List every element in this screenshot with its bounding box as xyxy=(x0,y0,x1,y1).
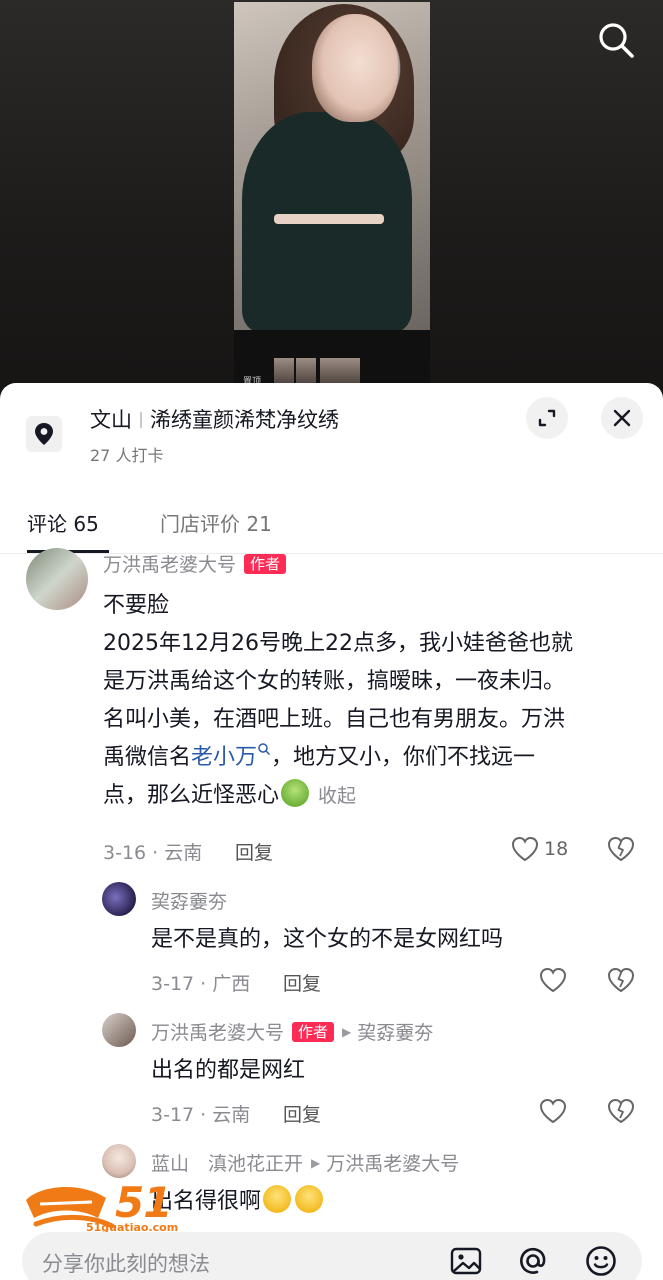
reply-arrow-icon: ▶ xyxy=(342,1025,352,1039)
comment-text: ，地方又小，你们不找远一 xyxy=(271,745,536,770)
video-thumbnail[interactable] xyxy=(274,358,294,384)
at-icon xyxy=(520,1247,546,1274)
reply-text: 是不是真的，这个女的不是女网红吗 xyxy=(151,927,504,952)
reply-button[interactable]: 回复 xyxy=(283,1100,321,1127)
reply-to-username[interactable]: 万洪禹老婆大号 xyxy=(326,1153,459,1175)
dislike-button[interactable] xyxy=(606,965,636,999)
place-name: 浠绣童颜浠梵净纹绣 xyxy=(150,408,339,432)
video-preview[interactable] xyxy=(234,2,430,330)
title-separator xyxy=(140,412,142,428)
author-badge: 作者 xyxy=(244,554,287,574)
video-person-waist xyxy=(274,214,384,224)
image-button[interactable] xyxy=(449,1244,483,1280)
checkin-count: 27 人打卡 xyxy=(90,446,164,465)
reply-date: 3-17 · 云南 xyxy=(151,1104,251,1126)
expand-icon xyxy=(538,409,556,427)
search-icon xyxy=(258,743,271,756)
search-button[interactable] xyxy=(594,18,638,62)
avatar[interactable] xyxy=(102,882,136,916)
like-button[interactable] xyxy=(510,834,540,868)
broken-heart-icon xyxy=(607,836,635,862)
avatar[interactable] xyxy=(26,548,88,610)
comment-line: 点，那么近怪恶心 收起 xyxy=(103,776,356,816)
tabs-divider xyxy=(0,553,663,554)
close-button[interactable] xyxy=(601,397,643,439)
username-text: 万洪禹老婆大号 xyxy=(103,554,237,576)
comment-line: 名叫小美，在酒吧上班。自己也有男朋友。万洪 xyxy=(103,707,566,732)
reply-button[interactable]: 回复 xyxy=(235,838,273,865)
reply-button[interactable]: 回复 xyxy=(283,969,321,996)
video-person-head xyxy=(312,14,398,122)
reply-username[interactable]: 万洪禹老婆大号 作者 ▶ 巭孬嫑夯 xyxy=(151,1018,433,1045)
like-button[interactable] xyxy=(538,1096,568,1130)
comment-line: 不要脸 xyxy=(103,593,170,618)
grin-emoji-icon xyxy=(263,1185,292,1213)
watermark-text: 51 xyxy=(115,1178,172,1227)
mention-button[interactable] xyxy=(516,1244,550,1280)
image-icon xyxy=(450,1247,482,1275)
like-count: 18 xyxy=(544,838,569,860)
heart-icon xyxy=(539,967,567,993)
comment-text: 点，那么近怪恶心 xyxy=(103,783,280,808)
grin-emoji-icon xyxy=(295,1185,324,1213)
sick-face-emoji-icon xyxy=(281,779,310,807)
tab-comments[interactable]: 评论 65 xyxy=(27,508,99,537)
video-thumbnail[interactable] xyxy=(296,358,316,384)
reply-to-username[interactable]: 巭孬嫑夯 xyxy=(357,1022,433,1044)
avatar[interactable] xyxy=(102,1144,136,1178)
avatar[interactable] xyxy=(102,1013,136,1047)
place-city: 文山 xyxy=(90,408,132,432)
broken-heart-icon xyxy=(607,967,635,993)
mention-link[interactable]: 老小万 xyxy=(191,745,257,770)
author-badge: 作者 xyxy=(292,1022,335,1042)
comment-date: 3-16 · 云南 xyxy=(103,842,203,864)
heart-icon xyxy=(539,1098,567,1124)
tab-store-reviews[interactable]: 门店评价 21 xyxy=(160,508,272,537)
dislike-button[interactable] xyxy=(606,834,636,868)
expand-button[interactable] xyxy=(526,397,568,439)
comment-line: 禹微信名老小万 ，地方又小，你们不找远一 xyxy=(103,738,535,777)
username-text: 蓝山 滇池花正开 xyxy=(151,1153,304,1175)
dislike-button[interactable] xyxy=(606,1096,636,1130)
place-title[interactable]: 文山 浠绣童颜浠梵净纹绣 xyxy=(90,404,339,434)
comments-sheet xyxy=(0,383,663,1280)
comment-username[interactable]: 万洪禹老婆大号 作者 xyxy=(103,550,287,577)
close-icon xyxy=(613,409,631,427)
emoji-button[interactable] xyxy=(584,1244,618,1280)
reply-username[interactable]: 蓝山 滇池花正开 ▶ 万洪禹老婆大号 xyxy=(151,1149,459,1176)
heart-icon xyxy=(511,836,539,862)
search-icon xyxy=(599,23,634,58)
collapse-link[interactable]: 收起 xyxy=(318,785,356,807)
location-icon xyxy=(26,416,62,452)
like-button[interactable] xyxy=(538,965,568,999)
comment-line: 2025年12月26号晚上22点多，我小娃爸爸也就 xyxy=(103,631,573,656)
reply-date: 3-17 · 广西 xyxy=(151,973,251,995)
comment-line: 是万洪禹给这个女的转账，搞暧昧，一夜未归。 xyxy=(103,669,566,694)
comment-input-placeholder: 分享你此刻的想法 xyxy=(42,1252,210,1276)
reply-arrow-icon: ▶ xyxy=(311,1156,321,1170)
reply-text: 出名的都是网红 xyxy=(151,1058,306,1083)
username-text: 万洪禹老婆大号 xyxy=(151,1022,285,1044)
reply-username[interactable]: 巭孬嫑夯 xyxy=(151,887,227,914)
video-thumbnail[interactable] xyxy=(320,358,360,384)
broken-heart-icon xyxy=(607,1098,635,1124)
comment-text: 禹微信名 xyxy=(103,745,192,770)
smiley-icon xyxy=(586,1246,616,1276)
